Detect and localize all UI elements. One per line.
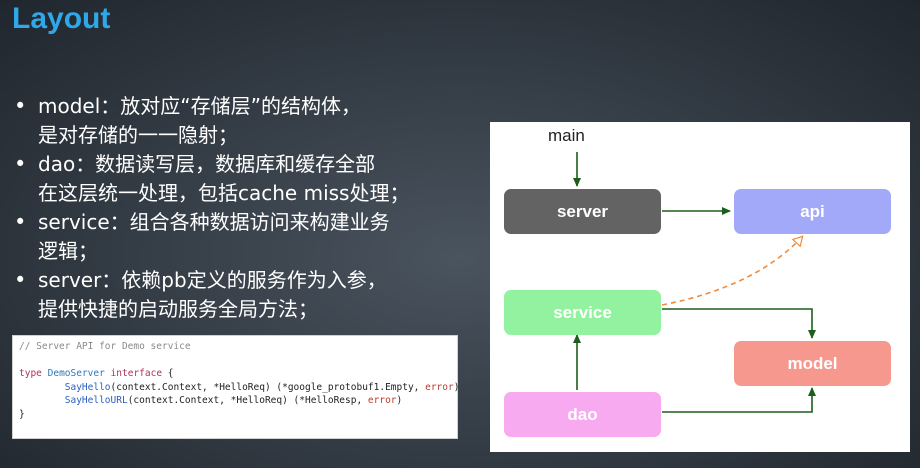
- bullet-text: server：依赖pb定义的服务作为入参， 提供快捷的启动服务全局方法；: [38, 268, 387, 321]
- code-type-name: DemoServer: [47, 368, 105, 379]
- bullet-marker: •: [14, 152, 27, 176]
- bullet-marker: •: [14, 268, 27, 292]
- arrow-dao-to-model: [662, 387, 816, 413]
- code-method-name: SayHello: [64, 381, 111, 393]
- bullet-dao: • dao：数据读写层，数据库和缓存全部 在这层统一处理，包括cache mis…: [14, 150, 454, 208]
- dao-node: dao: [504, 392, 661, 437]
- code-brace-close: }: [19, 408, 25, 420]
- code-comment-line: // Server API for Demo service: [19, 340, 451, 354]
- service-node: service: [504, 290, 661, 335]
- bullet-text: service：组合各种数据访问来构建业务 逻辑；: [38, 210, 390, 263]
- bullet-text: dao：数据读写层，数据库和缓存全部 在这层统一处理，包括cache miss处…: [38, 152, 410, 205]
- code-method-args: (context.Context, *HelloReq) (*HelloResp…: [127, 395, 368, 406]
- bullet-model: • model：放对应“存储层”的结构体， 是对存储的一一隐射；: [14, 92, 454, 150]
- code-close-paren: ): [453, 381, 460, 393]
- api-node: api: [734, 189, 891, 234]
- bullet-list: • model：放对应“存储层”的结构体， 是对存储的一一隐射； • dao：数…: [14, 92, 454, 324]
- model-node: model: [734, 341, 891, 386]
- code-method-line: SayHelloURL(context.Context, *HelloReq) …: [19, 394, 451, 408]
- arrow-service-to-api: [661, 237, 802, 306]
- code-error-keyword: error: [367, 395, 397, 406]
- code-method-line: SayHello(context.Context, *HelloReq) (*g…: [19, 381, 460, 395]
- bullet-marker: •: [14, 210, 27, 234]
- code-close-paren: ): [396, 395, 403, 406]
- code-method-name: SayHelloURL: [64, 395, 128, 406]
- bullet-marker: •: [14, 94, 27, 118]
- code-brace-line: }: [19, 408, 451, 422]
- code-brace-open: {: [167, 368, 174, 379]
- arrow-service-to-model: [662, 308, 816, 339]
- code-keyword-type: type: [19, 368, 42, 379]
- layout-diagram: main server api service model dao: [490, 122, 910, 452]
- code-comment: // Server API for Demo service: [19, 341, 191, 352]
- code-method-args: (context.Context, *HelloReq) (*google_pr…: [110, 381, 426, 393]
- slide-title: Layout: [12, 2, 111, 35]
- code-keyword-interface: interface: [110, 368, 163, 379]
- code-type-line: type DemoServer interface {: [19, 367, 451, 381]
- code-error-keyword: error: [425, 381, 454, 393]
- server-node: server: [504, 189, 661, 234]
- bullet-service: • service：组合各种数据访问来构建业务 逻辑；: [14, 208, 454, 266]
- bullet-text: model：放对应“存储层”的结构体， 是对存储的一一隐射；: [38, 94, 361, 147]
- code-snippet: // Server API for Demo service type Demo…: [12, 335, 460, 439]
- main-label: main: [548, 126, 585, 145]
- bullet-server: • server：依赖pb定义的服务作为入参， 提供快捷的启动服务全局方法；: [14, 266, 454, 324]
